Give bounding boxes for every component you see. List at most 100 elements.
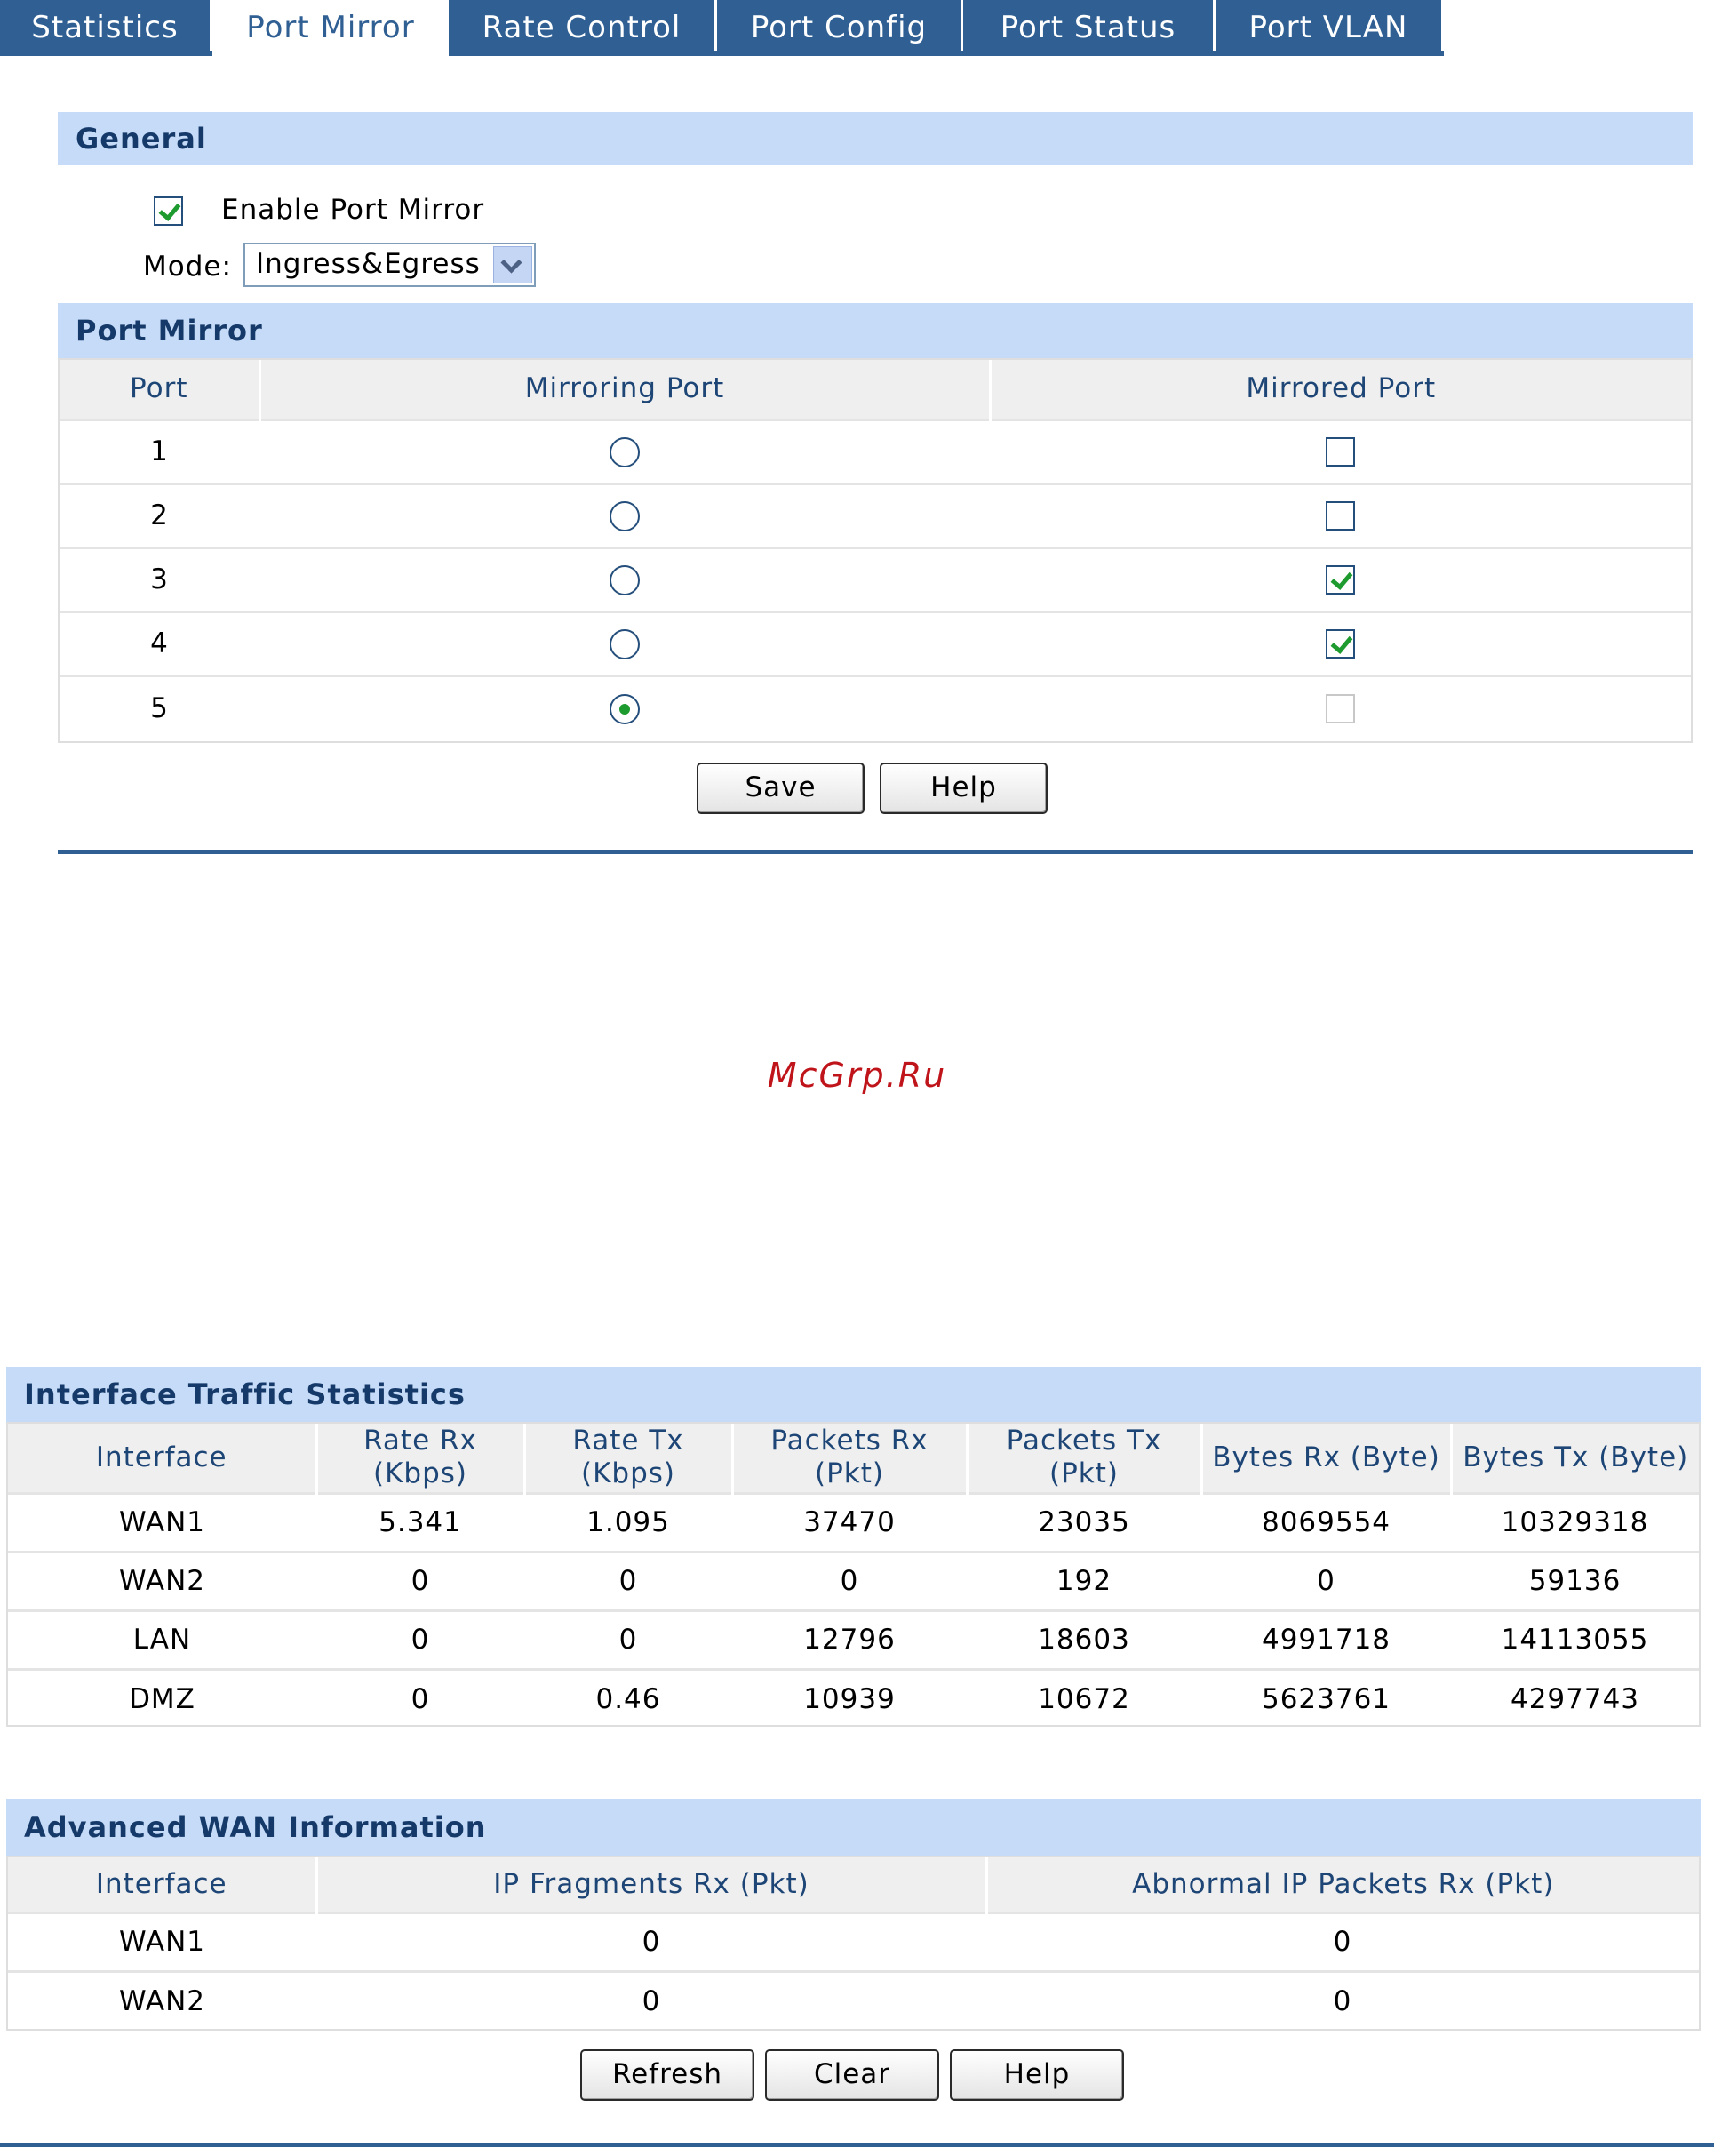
bottom-divider bbox=[0, 2143, 1714, 2147]
col-header-mirrored-port: Mirrored Port bbox=[990, 360, 1691, 419]
mirroring-port-radio[interactable] bbox=[610, 437, 640, 468]
mirrored-port-cell bbox=[990, 610, 1691, 675]
mirrored-port-checkbox-wrap bbox=[1325, 629, 1356, 659]
traffic-value: 5.341 bbox=[316, 1491, 524, 1552]
col-header-interface: Interface bbox=[8, 1857, 318, 1912]
mirroring-port-radio-wrap bbox=[610, 501, 640, 532]
mirrored-port-checkbox-wrap bbox=[1325, 501, 1356, 531]
traffic-col-header-line: Packets Tx bbox=[1006, 1425, 1162, 1457]
traffic-value: 8069554 bbox=[1201, 1491, 1451, 1552]
traffic-col-header: Packets Tx (Pkt) bbox=[967, 1424, 1203, 1493]
table-row: DMZ 0 0.46 10939 10672 5623761 4297743 bbox=[8, 1667, 1699, 1728]
tab-port-status[interactable]: Port Status bbox=[963, 0, 1216, 51]
traffic-col-header: Bytes Tx (Byte) bbox=[1451, 1424, 1699, 1493]
traffic-col-header-line: Bytes Rx (Byte) bbox=[1212, 1441, 1440, 1473]
tab-rate-control[interactable]: Rate Control bbox=[449, 0, 717, 51]
tab-port-mirror[interactable]: Port Mirror bbox=[212, 0, 449, 56]
traffic-col-header-line: Bytes Tx (Byte) bbox=[1463, 1441, 1689, 1473]
mirroring-port-radio[interactable] bbox=[610, 629, 640, 660]
table-row: 5 bbox=[60, 674, 1691, 739]
mirrored-port-cell bbox=[990, 674, 1691, 739]
mirrored-port-checkbox[interactable] bbox=[1325, 437, 1355, 467]
traffic-value: 4991718 bbox=[1201, 1609, 1451, 1669]
traffic-value: 5623761 bbox=[1201, 1667, 1451, 1728]
mode-label: Mode: bbox=[143, 251, 232, 283]
traffic-value: 37470 bbox=[732, 1491, 967, 1552]
tab-statistics[interactable]: Statistics bbox=[0, 0, 212, 51]
mirrored-port-checkbox[interactable] bbox=[1325, 629, 1355, 659]
clear-button[interactable]: Clear bbox=[765, 2049, 939, 2101]
table-row: WAN1 5.341 1.095 37470 23035 8069554 10329318 bbox=[8, 1491, 1699, 1552]
interface-name: LAN bbox=[8, 1609, 316, 1669]
traffic-col-header-line: Interface bbox=[95, 1441, 227, 1473]
advanced-table: Interface IP Fragments Rx (Pkt) Abnormal… bbox=[8, 1857, 1699, 2030]
advanced-section-header: Advanced WAN Information bbox=[6, 1799, 1701, 1856]
tab-bar: Statistics Port Mirror Rate Control Port… bbox=[0, 0, 1714, 56]
mirrored-port-checkbox[interactable] bbox=[1325, 501, 1355, 531]
mirroring-port-cell bbox=[259, 674, 990, 739]
watermark-text: McGrp.Ru bbox=[767, 1056, 947, 1095]
table-row: 4 bbox=[60, 610, 1691, 675]
interface-name: WAN1 bbox=[8, 1491, 316, 1552]
mode-select[interactable]: Ingress&Egress bbox=[243, 243, 536, 287]
traffic-value: 12796 bbox=[732, 1609, 967, 1669]
col-header-mirroring-port: Mirroring Port bbox=[259, 360, 992, 419]
advanced-value: 0 bbox=[316, 1911, 986, 1971]
enable-port-mirror-checkbox[interactable] bbox=[154, 196, 183, 226]
mirrored-port-checkbox-wrap bbox=[1325, 437, 1356, 467]
port-mirror-section-header: Port Mirror bbox=[58, 303, 1693, 358]
traffic-value: 0 bbox=[316, 1550, 524, 1610]
tab-port-vlan[interactable]: Port VLAN bbox=[1216, 0, 1444, 51]
refresh-button[interactable]: Refresh bbox=[580, 2049, 754, 2101]
traffic-col-header-line: Rate Tx bbox=[572, 1425, 684, 1457]
mode-select-value: Ingress&Egress bbox=[256, 248, 481, 280]
traffic-table: Interface Rate Rx (Kbps) Rate Tx (Kbps) Packe… bbox=[8, 1424, 1699, 1728]
interface-name: WAN1 bbox=[8, 1911, 316, 1971]
mirrored-port-checkbox[interactable] bbox=[1325, 565, 1355, 595]
col-header-abnormal-ip: Abnormal IP Packets Rx (Pkt) bbox=[986, 1857, 1699, 1912]
traffic-value: 0 bbox=[316, 1667, 524, 1728]
col-header-port: Port bbox=[60, 360, 261, 419]
mirrored-port-cell bbox=[990, 482, 1691, 547]
help-button-statistics[interactable]: Help bbox=[950, 2049, 1124, 2101]
save-button[interactable]: Save bbox=[697, 763, 865, 814]
traffic-col-header: Rate Rx (Kbps) bbox=[316, 1424, 526, 1493]
mirroring-port-cell bbox=[259, 418, 990, 483]
traffic-value: 10672 bbox=[967, 1667, 1201, 1728]
traffic-value: 0 bbox=[316, 1609, 524, 1669]
traffic-col-header: Interface bbox=[8, 1424, 318, 1493]
mirroring-port-radio-wrap bbox=[610, 437, 640, 468]
traffic-col-header-line: (Kbps) bbox=[372, 1457, 468, 1490]
advanced-value: 0 bbox=[316, 1969, 986, 2030]
mirroring-port-radio[interactable] bbox=[610, 501, 640, 532]
port-number: 5 bbox=[60, 674, 259, 739]
traffic-col-header: Bytes Rx (Byte) bbox=[1201, 1424, 1453, 1493]
mirroring-port-radio[interactable] bbox=[610, 694, 640, 724]
mirrored-port-cell bbox=[990, 546, 1691, 611]
traffic-value: 0 bbox=[732, 1550, 967, 1610]
traffic-col-header-line: Packets Rx bbox=[770, 1425, 929, 1457]
section-divider bbox=[58, 850, 1693, 854]
traffic-value: 18603 bbox=[967, 1609, 1201, 1669]
chevron-down-icon[interactable] bbox=[493, 246, 532, 283]
table-row: WAN2 0 0 bbox=[8, 1969, 1699, 2030]
tab-port-config[interactable]: Port Config bbox=[717, 0, 963, 51]
table-row: 3 bbox=[60, 546, 1691, 611]
table-row: WAN1 0 0 bbox=[8, 1911, 1699, 1971]
traffic-section-header: Interface Traffic Statistics bbox=[6, 1367, 1701, 1422]
interface-name: DMZ bbox=[8, 1667, 316, 1728]
traffic-value: 10939 bbox=[732, 1667, 967, 1728]
traffic-col-header-line: (Kbps) bbox=[580, 1457, 676, 1490]
mirrored-port-checkbox bbox=[1325, 694, 1355, 723]
mirroring-port-cell bbox=[259, 482, 990, 547]
interface-name: WAN2 bbox=[8, 1969, 316, 2030]
traffic-value: 23035 bbox=[967, 1491, 1201, 1552]
mirroring-port-radio[interactable] bbox=[610, 565, 640, 596]
enable-port-mirror-label: Enable Port Mirror bbox=[221, 194, 485, 226]
port-mirror-table: Port Mirroring Port Mirrored Port 12345 bbox=[60, 360, 1691, 739]
traffic-value: 0.46 bbox=[524, 1667, 732, 1728]
table-row: 1 bbox=[60, 418, 1691, 483]
mirroring-port-radio-wrap bbox=[610, 565, 640, 596]
help-button[interactable]: Help bbox=[880, 763, 1048, 814]
traffic-col-header-line: Rate Rx bbox=[363, 1425, 477, 1457]
